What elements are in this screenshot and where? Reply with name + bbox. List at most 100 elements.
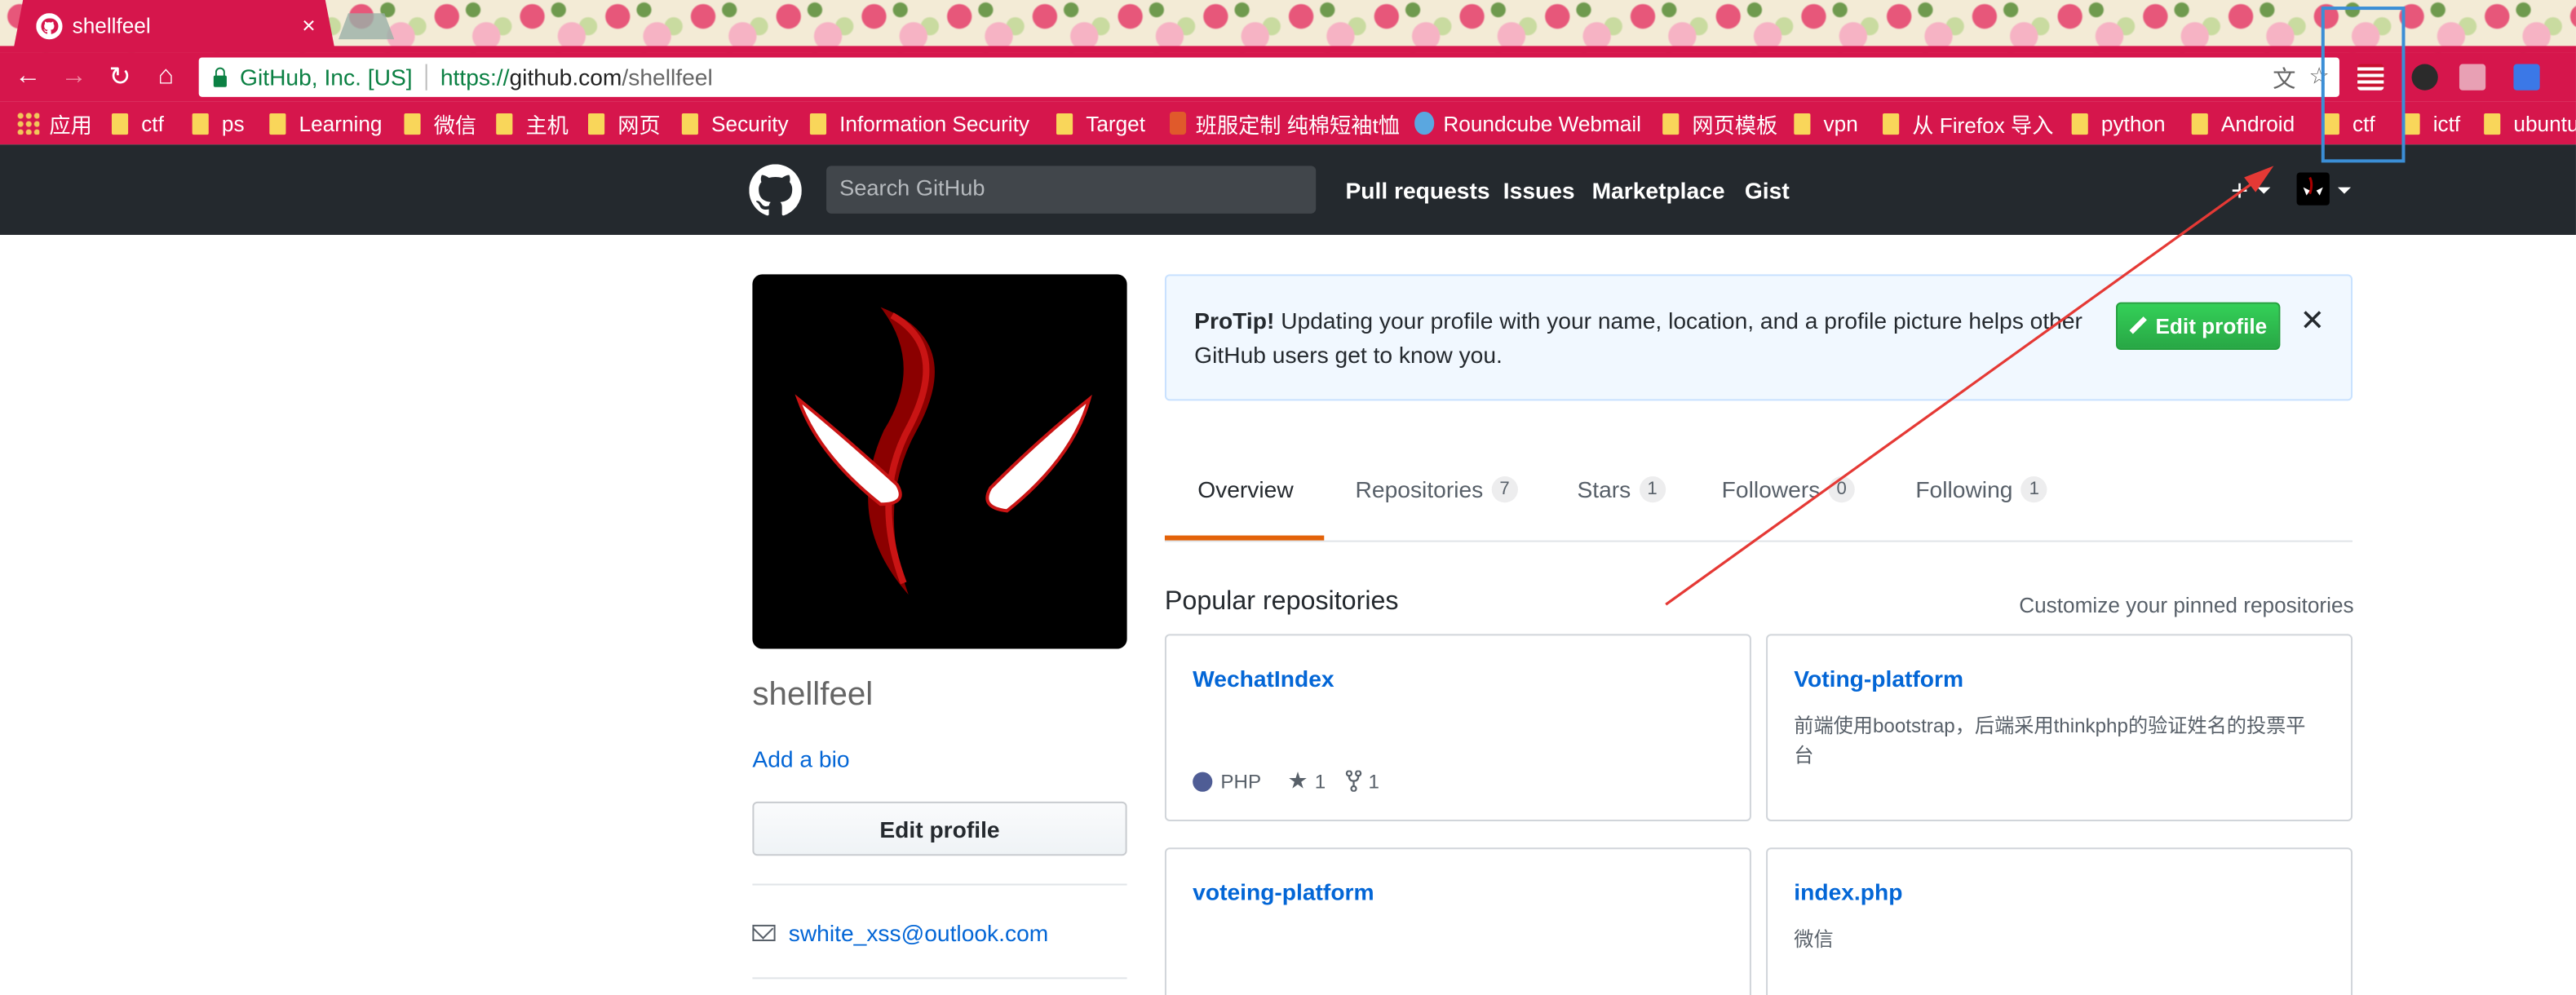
email-link[interactable]: swhite_xss@outlook.com bbox=[789, 920, 1049, 946]
folder-icon bbox=[588, 112, 605, 135]
url-host: github.com bbox=[509, 64, 622, 91]
folder-icon bbox=[1883, 112, 1900, 135]
repo-card: voteing-platform bbox=[1164, 847, 1751, 995]
profile-email[interactable]: swhite_xss@outlook.com bbox=[752, 920, 1048, 946]
github-header: Search GitHub Pull requests Issues Marke… bbox=[0, 144, 2576, 236]
avatar-small-icon bbox=[2303, 176, 2323, 196]
bookmark-link[interactable]: 班服定制 纯棉短袖t恤 bbox=[1169, 110, 1400, 136]
repo-description: 前端使用bootstrap，后端采用thinkphp的验证姓名的投票平台 bbox=[1794, 714, 2306, 767]
bookmark-folder[interactable]: 网页 bbox=[588, 110, 661, 137]
browser-window: shellfeel × ← → ↻ ⌂ GitHub, Inc. [US] ht… bbox=[0, 0, 2576, 995]
repo-card: Voting-platform 前端使用bootstrap，后端采用thinkp… bbox=[1766, 634, 2353, 821]
bookmark-folder[interactable]: ctf bbox=[111, 110, 164, 136]
repo-name-link[interactable]: index.php bbox=[1794, 878, 1902, 904]
folder-icon bbox=[269, 112, 286, 135]
protip-text: ProTip! Updating your profile with your … bbox=[1194, 304, 2114, 374]
tab-count: 1 bbox=[1639, 476, 1666, 503]
bookmark-folder[interactable]: Learning bbox=[269, 110, 382, 136]
user-avatar-menu[interactable] bbox=[2296, 172, 2330, 206]
tab-repositories[interactable]: Repositories 7 bbox=[1356, 476, 1518, 503]
bookmark-folder[interactable]: 从 Firefox 导入 bbox=[1883, 110, 2053, 137]
tab-title: shellfeel bbox=[72, 13, 151, 38]
folder-icon bbox=[496, 112, 513, 135]
camera-extension-icon[interactable] bbox=[2411, 64, 2438, 91]
home-icon[interactable]: ⌂ bbox=[148, 61, 184, 94]
close-icon[interactable]: ✕ bbox=[2300, 304, 2325, 338]
github-logo-icon[interactable] bbox=[749, 164, 802, 216]
address-bar[interactable]: GitHub, Inc. [US] https:// github.com /s… bbox=[198, 57, 2339, 97]
repo-stars[interactable]: 1 bbox=[1315, 770, 1326, 793]
nav-pull-requests[interactable]: Pull requests bbox=[1345, 178, 1489, 204]
chevron-down-icon[interactable] bbox=[2257, 187, 2271, 194]
repo-card: WechatIndex PHP ★ 1 1 bbox=[1164, 634, 1751, 821]
translate-icon[interactable]: 文 bbox=[2273, 63, 2295, 95]
bookmark-folder[interactable]: 网页模板 bbox=[1662, 110, 1777, 137]
back-icon[interactable]: ← bbox=[10, 61, 46, 94]
folder-icon bbox=[192, 112, 209, 135]
profile-tabs: Overview Repositories 7 Stars 1 Followers 0… bbox=[1164, 440, 2353, 542]
repo-language: PHP bbox=[1220, 769, 1262, 793]
folder-icon bbox=[1662, 112, 1680, 135]
folder-icon bbox=[809, 112, 827, 135]
folder-icon bbox=[2403, 112, 2420, 135]
star-icon[interactable]: ★ bbox=[1287, 767, 1308, 795]
tab-count: 1 bbox=[2021, 476, 2047, 503]
bookmark-folder[interactable]: ubuntu bbox=[2484, 110, 2576, 136]
address-divider bbox=[425, 64, 427, 91]
bookmark-folder[interactable]: python bbox=[2071, 110, 2166, 136]
repo-name-link[interactable]: Voting-platform bbox=[1794, 666, 1963, 692]
bookmark-folder[interactable]: Security bbox=[681, 110, 789, 136]
bookmark-folder[interactable]: 微信 bbox=[404, 110, 476, 137]
reload-icon[interactable]: ↻ bbox=[102, 61, 138, 94]
protip-banner: ProTip! Updating your profile with your … bbox=[1164, 274, 2353, 401]
roundcube-favicon-icon bbox=[1414, 111, 1434, 135]
repo-forks[interactable]: 1 bbox=[1369, 770, 1379, 793]
edit-profile-button[interactable]: Edit profile bbox=[752, 801, 1127, 856]
tab-followers[interactable]: Followers 0 bbox=[1722, 476, 1855, 503]
folder-icon bbox=[2191, 112, 2208, 135]
bookmark-folder[interactable]: Target bbox=[1056, 110, 1145, 136]
profile-username: shellfeel bbox=[752, 676, 874, 714]
site-identity[interactable]: GitHub, Inc. [US] bbox=[240, 64, 413, 91]
browser-tab[interactable]: shellfeel × bbox=[13, 0, 335, 51]
protip-edit-profile-button[interactable]: Edit profile bbox=[2116, 302, 2281, 350]
folder-icon bbox=[2484, 112, 2501, 135]
bookmark-folder[interactable]: ps bbox=[192, 110, 245, 136]
add-bio-link[interactable]: Add a bio bbox=[752, 745, 849, 772]
bookmark-folder[interactable]: vpn bbox=[1794, 110, 1858, 136]
bookmark-folder[interactable]: Android bbox=[2191, 110, 2295, 136]
tab-close-icon[interactable]: × bbox=[302, 11, 315, 38]
tab-overview[interactable]: Overview bbox=[1197, 476, 1294, 502]
profile-avatar[interactable] bbox=[752, 274, 1127, 649]
nav-marketplace[interactable]: Marketplace bbox=[1592, 178, 1725, 204]
tab-following[interactable]: Following 1 bbox=[1915, 476, 2047, 503]
bookmarks-bar: 应用 ctf ps Learning 微信 主机 网页 Security Inf… bbox=[0, 101, 2576, 145]
forward-icon[interactable]: → bbox=[55, 61, 91, 94]
bookmark-folder[interactable]: 主机 bbox=[496, 110, 569, 137]
repo-meta: PHP ★ 1 1 bbox=[1193, 767, 1379, 795]
360-extension-icon[interactable] bbox=[2459, 64, 2486, 91]
create-new-icon[interactable]: + bbox=[2231, 174, 2248, 208]
github-search-input[interactable]: Search GitHub bbox=[826, 166, 1317, 214]
fork-icon[interactable] bbox=[1345, 770, 1362, 792]
nav-gist[interactable]: Gist bbox=[1745, 178, 1790, 204]
spider-mask-icon bbox=[794, 307, 1092, 595]
apps-grid-icon bbox=[16, 111, 40, 135]
repo-name-link[interactable]: WechatIndex bbox=[1193, 666, 1334, 692]
tab-stars[interactable]: Stars 1 bbox=[1577, 476, 1666, 503]
translate-extension-icon[interactable] bbox=[2513, 64, 2540, 91]
protip-message: Updating your profile with your name, lo… bbox=[1194, 307, 2082, 369]
folder-icon bbox=[681, 112, 698, 135]
repo-name-link[interactable]: voteing-platform bbox=[1193, 878, 1374, 904]
bookmark-folder[interactable]: Information Security bbox=[809, 110, 1029, 136]
bookmark-folder[interactable]: ictf bbox=[2403, 110, 2460, 136]
popular-repositories-title: Popular repositories bbox=[1164, 588, 1399, 617]
folder-icon bbox=[404, 112, 421, 135]
nav-issues[interactable]: Issues bbox=[1503, 178, 1575, 204]
chevron-down-icon[interactable] bbox=[2337, 187, 2352, 194]
customize-pinned-link[interactable]: Customize your pinned repositories bbox=[2019, 593, 2353, 617]
mail-icon bbox=[752, 924, 776, 942]
github-favicon-icon bbox=[36, 12, 63, 39]
bookmark-apps[interactable]: 应用 bbox=[16, 110, 92, 137]
bookmark-link[interactable]: Roundcube Webmail bbox=[1414, 110, 1641, 136]
